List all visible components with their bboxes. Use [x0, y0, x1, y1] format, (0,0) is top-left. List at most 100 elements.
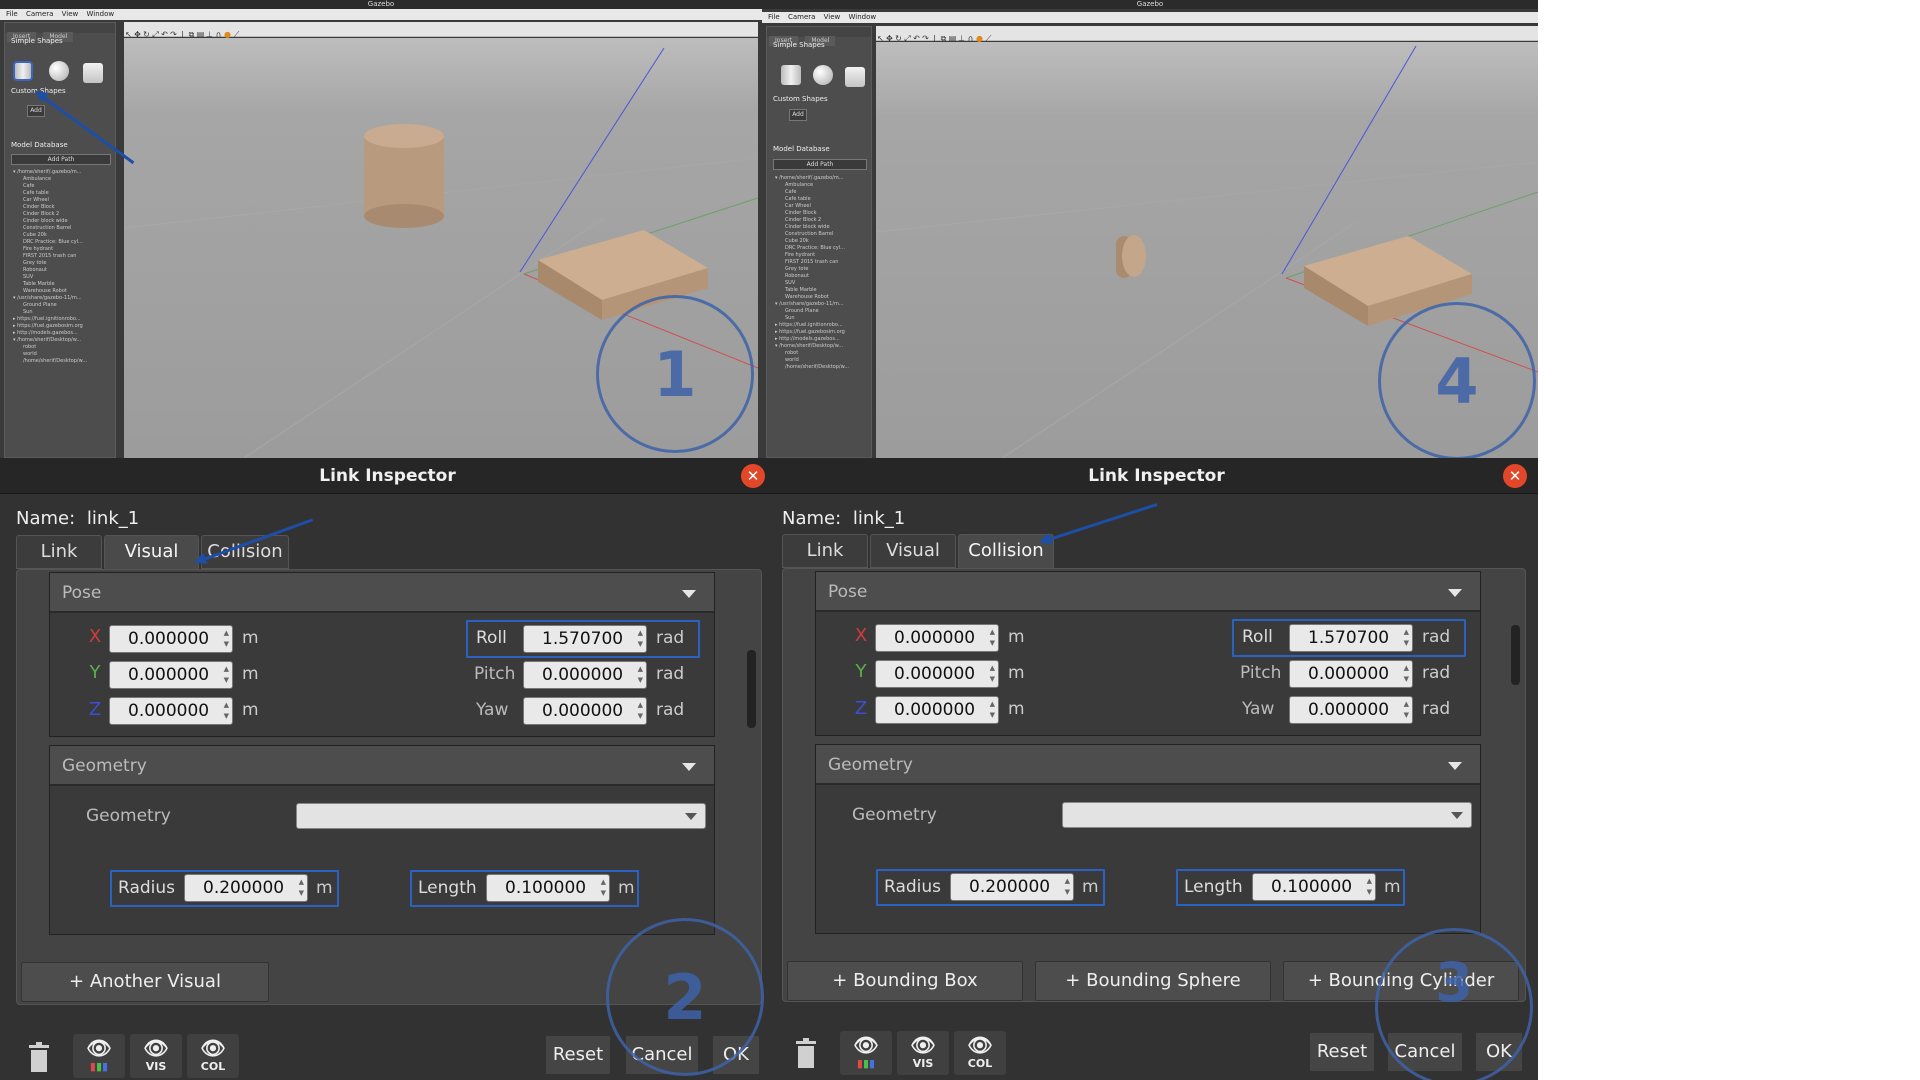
- tree-item[interactable]: ▾ /home/sherif/Desktop/w...: [13, 337, 113, 344]
- box-shape-button[interactable]: [845, 67, 865, 87]
- menu-view[interactable]: View: [824, 12, 841, 23]
- tree-item[interactable]: Fire hydrant: [775, 252, 869, 259]
- radius-input[interactable]: 0.200000 ▲ ▼: [184, 874, 308, 902]
- spin-arrows-icon[interactable]: ▲ ▼: [990, 663, 995, 685]
- menu-view[interactable]: View: [62, 9, 79, 20]
- add-path-button[interactable]: Add Path: [773, 159, 867, 170]
- tree-item[interactable]: Fire hydrant: [13, 246, 113, 253]
- tree-item[interactable]: Car Wheel: [775, 203, 869, 210]
- tree-item[interactable]: /home/sherif/Desktop/w...: [13, 358, 113, 365]
- length-input[interactable]: 0.100000 ▲ ▼: [1252, 873, 1376, 901]
- tree-item[interactable]: Table Marble: [13, 281, 113, 288]
- tree-item[interactable]: world: [13, 351, 113, 358]
- y-input[interactable]: 0.000000 ▲ ▼: [875, 660, 999, 688]
- vis-toggle[interactable]: 👁 VIS: [130, 1034, 182, 1078]
- cylinder-shape-button[interactable]: [781, 65, 801, 85]
- spin-arrows-icon[interactable]: ▲ ▼: [1404, 663, 1409, 685]
- tree-item[interactable]: ▾ /home/sherif/.gazebo/m...: [775, 175, 869, 182]
- spin-arrows-icon[interactable]: ▲ ▼: [224, 628, 229, 650]
- z-input[interactable]: 0.000000 ▲ ▼: [875, 696, 999, 724]
- trash-icon[interactable]: [795, 1038, 817, 1068]
- tree-item[interactable]: robot: [775, 350, 869, 357]
- tree-item[interactable]: ▸ https://fuel.gazebosim.org: [775, 329, 869, 336]
- tree-item[interactable]: ▸ https://fuel.ignitionrobo...: [13, 316, 113, 323]
- model-tree[interactable]: ▾ /home/sherif/.gazebo/m... Ambulance Cafe…: [775, 175, 869, 371]
- add-custom-shape-button[interactable]: Add: [789, 109, 807, 121]
- tree-item[interactable]: ▸ https://fuel.ignitionrobo...: [775, 322, 869, 329]
- tree-item[interactable]: SUV: [13, 274, 113, 281]
- tree-item[interactable]: Cinder Block: [775, 210, 869, 217]
- tree-item[interactable]: Cube 20k: [775, 238, 869, 245]
- tree-item[interactable]: Ground Plane: [13, 302, 113, 309]
- x-input[interactable]: 0.000000 ▲ ▼: [109, 625, 233, 653]
- tree-item[interactable]: /home/sherif/Desktop/w...: [775, 364, 869, 371]
- tree-item[interactable]: ▾ /home/sherif/Desktop/w...: [775, 343, 869, 350]
- tree-item[interactable]: DRC Practice: Blue cyl...: [775, 245, 869, 252]
- model-tree[interactable]: ▾ /home/sherif/.gazebo/m... Ambulance Cafe…: [13, 169, 113, 365]
- yaw-input[interactable]: 0.000000 ▲ ▼: [523, 697, 647, 725]
- tree-item[interactable]: Warehouse Robot: [13, 288, 113, 295]
- add-another-visual-button[interactable]: + Another Visual: [21, 962, 269, 1002]
- cylinder-model[interactable]: [364, 124, 444, 228]
- tree-item[interactable]: FIRST 2015 trash can: [775, 259, 869, 266]
- tab-link[interactable]: Link: [782, 534, 868, 568]
- scrollbar[interactable]: [1511, 625, 1520, 685]
- col-toggle[interactable]: 👁 COL: [954, 1031, 1006, 1075]
- tree-item[interactable]: Sun: [13, 309, 113, 316]
- spin-arrows-icon[interactable]: ▲ ▼: [299, 877, 304, 899]
- tree-item[interactable]: Robonaut: [775, 273, 869, 280]
- z-input[interactable]: 0.000000 ▲ ▼: [109, 697, 233, 725]
- tree-item[interactable]: Cinder Block: [13, 204, 113, 211]
- sphere-shape-button[interactable]: [813, 65, 833, 85]
- vis-toggle[interactable]: 👁 VIS: [897, 1031, 949, 1075]
- tree-item[interactable]: robot: [13, 344, 113, 351]
- tree-item[interactable]: Cinder Block 2: [13, 211, 113, 218]
- add-path-button[interactable]: Add Path: [11, 154, 111, 165]
- tree-item[interactable]: Robonaut: [13, 267, 113, 274]
- cylinder-shape-button[interactable]: [13, 61, 33, 81]
- spin-arrows-icon[interactable]: ▲ ▼: [638, 700, 643, 722]
- geometry-select[interactable]: [296, 803, 706, 829]
- spin-arrows-icon[interactable]: ▲ ▼: [1404, 699, 1409, 721]
- tree-item[interactable]: SUV: [775, 280, 869, 287]
- cylinder-model-rotated[interactable]: [1116, 235, 1146, 278]
- close-icon[interactable]: ✕: [1503, 464, 1527, 488]
- tree-item[interactable]: Cinder block wide: [13, 218, 113, 225]
- spin-arrows-icon[interactable]: ▲ ▼: [990, 627, 995, 649]
- menu-camera[interactable]: Camera: [26, 9, 53, 20]
- geometry-header[interactable]: Geometry: [50, 746, 714, 786]
- tree-item[interactable]: Ground Plane: [775, 308, 869, 315]
- spin-arrows-icon[interactable]: ▲ ▼: [1404, 627, 1409, 649]
- y-input[interactable]: 0.000000 ▲ ▼: [109, 661, 233, 689]
- spin-arrows-icon[interactable]: ▲ ▼: [1367, 876, 1372, 898]
- scrollbar[interactable]: [747, 650, 756, 728]
- tree-item[interactable]: ▾ /usr/share/gazebo-11/m...: [13, 295, 113, 302]
- tree-item[interactable]: Cafe table: [775, 196, 869, 203]
- tree-item[interactable]: Cinder Block 2: [775, 217, 869, 224]
- tree-item[interactable]: Cinder block wide: [775, 224, 869, 231]
- tree-item[interactable]: Grey tote: [13, 260, 113, 267]
- tab-collision[interactable]: Collision: [201, 535, 289, 569]
- yaw-input[interactable]: 0.000000 ▲ ▼: [1289, 696, 1413, 724]
- pitch-input[interactable]: 0.000000 ▲ ▼: [523, 661, 647, 689]
- tab-visual[interactable]: Visual: [870, 534, 956, 568]
- length-input[interactable]: 0.100000 ▲ ▼: [486, 874, 610, 902]
- box-shape-button[interactable]: [83, 63, 103, 83]
- tree-item[interactable]: Ambulance: [775, 182, 869, 189]
- tree-item[interactable]: Cafe: [775, 189, 869, 196]
- spin-arrows-icon[interactable]: ▲ ▼: [990, 699, 995, 721]
- pose-header[interactable]: Pose: [50, 573, 714, 613]
- tree-item[interactable]: Cafe: [13, 183, 113, 190]
- spin-arrows-icon[interactable]: ▲ ▼: [224, 700, 229, 722]
- tree-item[interactable]: FIRST 2015 trash can: [13, 253, 113, 260]
- tree-item[interactable]: Table Marble: [775, 287, 869, 294]
- add-custom-shape-button[interactable]: Add: [27, 105, 45, 117]
- tab-link[interactable]: Link: [16, 535, 102, 569]
- tree-item[interactable]: Construction Barrel: [775, 231, 869, 238]
- tree-item[interactable]: Car Wheel: [13, 197, 113, 204]
- geometry-select[interactable]: [1062, 802, 1472, 828]
- add-bounding-sphere-button[interactable]: + Bounding Sphere: [1035, 961, 1271, 1001]
- menu-window[interactable]: Window: [849, 12, 877, 23]
- tree-item[interactable]: Grey tote: [775, 266, 869, 273]
- add-bounding-box-button[interactable]: + Bounding Box: [787, 961, 1023, 1001]
